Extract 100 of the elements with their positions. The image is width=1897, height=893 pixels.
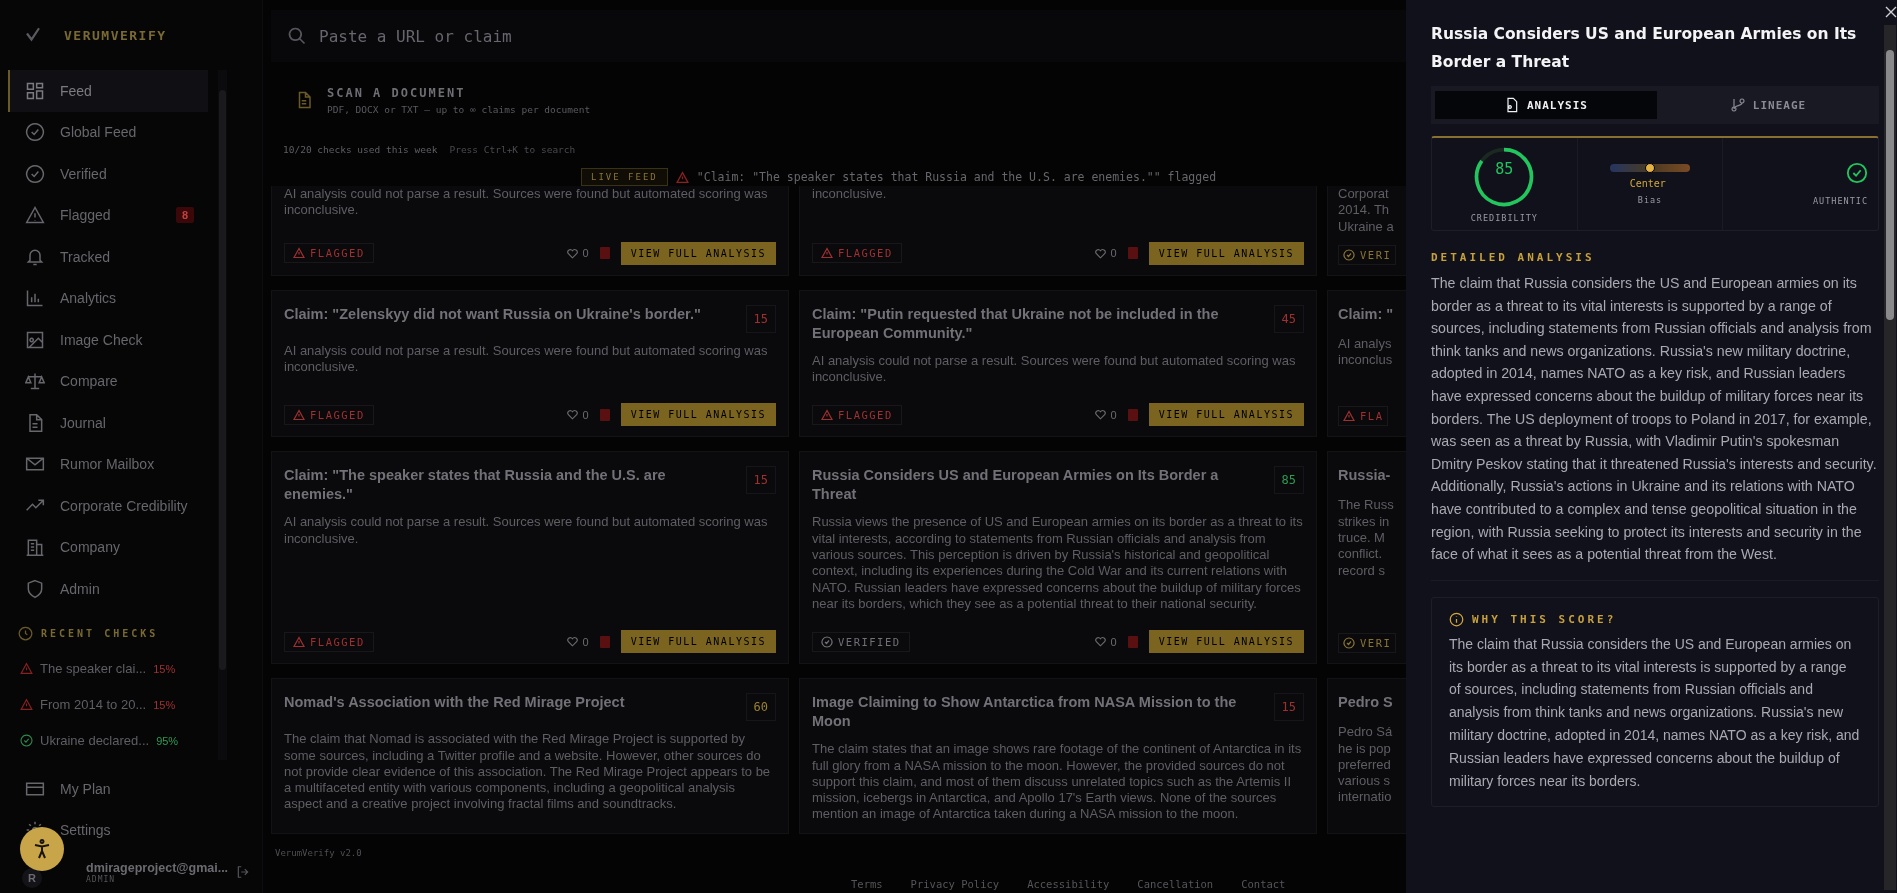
user-email: dmirageproject@gmai... <box>86 860 229 875</box>
nav-item[interactable]: Image Check <box>8 319 208 361</box>
nav-item[interactable]: Company <box>8 526 208 568</box>
card-summary-line: Pedro Sá <box>1338 724 1393 741</box>
nav-item[interactable]: Admin <box>8 568 208 610</box>
analysis-text: The claim that Russia considers the US and European armies on its border as a threat to its vital interests is supported by a range of sources, including statements from Russian officials and analysis from think tanks and news organizations. Russia's new military doctrine, adopted in 2014, names NATO as a key risk, and Russian leaders have expressed concerns about the buildup of military forces near its borders. The US deployment of troops to Poland in 2017, for example, was seen as a threat by Russia, with Vladimir Putin's spokesman Dmitry Peskov stating that it threatened Russia's interests and security. Additionally, Russia's actions in Ukraine and its relations with NATO have contributed to a complex and tense geopolitical situation in the region, with Russia seeking to protect its interests and security in the face of what it sees as a potential threat from the West. <box>1431 272 1879 581</box>
status-label: VERI <box>1360 637 1392 650</box>
card-summary-line: AI analys <box>1338 335 1392 353</box>
card-title: Image Claiming to Show Antarctica from NASA Mission to the Moon <box>812 693 1238 732</box>
warning-icon <box>675 170 689 184</box>
logout-icon[interactable] <box>236 865 251 879</box>
view-analysis-button[interactable]: VIEW FULL ANALYSIS <box>620 241 776 265</box>
score-badge: 15 <box>745 304 776 333</box>
status-label: VERIFIED <box>838 635 901 648</box>
card-summary-line: inconclus <box>1338 352 1393 369</box>
nav-item[interactable]: Global Feed <box>8 111 208 153</box>
scan-subtitle: PDF, DOCX or TXT — up to ∞ claims per document <box>327 103 591 115</box>
card-summary-line: truce. M <box>1338 530 1385 547</box>
warning-icon <box>821 247 833 260</box>
view-analysis-button[interactable]: VIEW FULL ANALYSIS <box>620 403 776 427</box>
scrollbar[interactable] <box>1884 25 1896 890</box>
nav-item[interactable]: Compare <box>8 360 208 402</box>
recent-check-item[interactable]: Ukraine declared... 95% <box>8 722 214 759</box>
status-label: FLAGGED <box>310 409 365 421</box>
document-icon <box>1504 97 1520 113</box>
section-heading: RECENT CHECKS <box>41 627 159 639</box>
footer-link[interactable]: Terms <box>851 877 883 890</box>
nav-item[interactable]: My Plan <box>8 768 256 810</box>
card-summary-line: conflict. <box>1338 546 1383 563</box>
like-button[interactable]: 0 <box>565 246 589 260</box>
score-badge: 85 <box>1273 466 1304 495</box>
like-button[interactable]: 0 <box>1093 408 1117 422</box>
nav-item[interactable]: Feed <box>8 70 208 112</box>
card-summary: The claim that Nomad is associated with the Red Mirage Project is supported by some sources, including a Twitter profile and a website. However, other sources do not provide clear evidence of this association. The Red Mirage Project appears to be a multifaceted entity with various components, including a geopolitical analysis aspect and a creative project involving fractal films and soundtracks. <box>284 731 772 814</box>
nav-item[interactable]: Journal <box>8 402 208 444</box>
view-analysis-button[interactable]: VIEW FULL ANALYSIS <box>1148 630 1304 654</box>
card-summary-line: he is pop <box>1338 740 1391 757</box>
building-icon <box>25 537 45 558</box>
warning-icon <box>293 409 305 421</box>
card-summary-line: The Russ <box>1338 497 1394 514</box>
card-summary-line: record s <box>1338 562 1385 579</box>
card-summary: AI analysis could not parse a result. Sources were found but automated scoring was inconclusive. <box>284 514 769 548</box>
like-button[interactable]: 0 <box>1093 246 1117 260</box>
count-badge: 8 <box>175 207 194 224</box>
scan-title: SCAN A DOCUMENT <box>327 85 467 100</box>
card-summary-line: preferred <box>1338 756 1391 774</box>
score-badge: 45 <box>1273 304 1304 333</box>
view-analysis-button[interactable]: VIEW FULL ANALYSIS <box>1148 403 1304 427</box>
scan-document-panel[interactable]: SCAN A DOCUMENT PDF, DOCX or TXT — up to ∞ claims per document <box>271 62 1406 122</box>
view-analysis-button[interactable]: VIEW FULL ANALYSIS <box>620 630 776 654</box>
recent-check-item[interactable]: From 2014 to 20... 15% <box>8 686 214 723</box>
avatar: R <box>22 868 42 888</box>
warning-icon <box>293 247 305 260</box>
nav-item[interactable]: Flagged 8 <box>8 194 208 236</box>
grid-icon <box>25 80 45 101</box>
like-button[interactable]: 0 <box>565 635 589 649</box>
nav-item[interactable]: Corporate Credibility <box>8 485 208 527</box>
version-text: VerumVerify v2.0 <box>274 846 363 858</box>
nav-item[interactable]: Verified <box>8 153 208 195</box>
live-feed-text: "Claim: "The speaker states that Russia and the U.S. are enemies."" flagged <box>696 170 1217 184</box>
card-title: Russia- <box>1338 466 1392 486</box>
nav-item[interactable]: Rumor Mailbox <box>8 443 208 485</box>
bias-reading: Center <box>1628 177 1666 189</box>
card-summary-line: Corporat <box>1338 186 1389 203</box>
nav-item[interactable]: Tracked <box>8 236 208 278</box>
check-logo-icon <box>24 26 42 44</box>
card-summary: AI analysis could not parse a result. Sources were found but automated scoring was inconclusive. <box>284 186 769 220</box>
close-icon[interactable] <box>1885 6 1897 18</box>
credibility-label: CREDIBILITY <box>1470 213 1538 223</box>
footer-link[interactable]: Cancellation <box>1137 877 1214 890</box>
warning-icon <box>25 205 45 226</box>
tab[interactable]: ANALYSIS <box>1435 91 1657 119</box>
warning-icon <box>821 409 833 421</box>
drawer-title: Russia Considers US and European Armies on Its Border a Threat <box>1431 24 1858 73</box>
footer-link[interactable]: Accessibility <box>1027 877 1110 890</box>
card-summary: The claim states that an image shows rare footage of the continent of Antarctica in its full glory from a NASA mission to the moon. However, the provided sources do not support this claim, and most of them discuss unrelated topics such as the Artemis II mission, icebergs in Antarctica, and Apollo 17's Earth views. None of the sources mention an image of Antarctica taken during a NASA mission to the moon. <box>812 741 1303 823</box>
status-label: VERI <box>1360 248 1392 261</box>
bias-label: Bias <box>1637 194 1663 205</box>
recent-check-item[interactable]: The speaker clai... 15% <box>8 650 214 687</box>
brand-name: VERUMVERIFY <box>64 27 167 43</box>
tab[interactable]: LINEAGE <box>1657 91 1879 119</box>
check-circle-icon <box>1846 162 1868 184</box>
footer-link[interactable]: Privacy Policy <box>910 877 1000 890</box>
warning-icon <box>1343 410 1355 423</box>
card-title: Claim: "Zelenskyy did not want Russia on Ukraine's border." <box>284 304 701 324</box>
search-icon <box>287 26 307 46</box>
footer-link[interactable]: Contact <box>1241 877 1286 890</box>
usage-text: 10/20 checks used this week <box>283 144 438 155</box>
live-feed-badge: LIVE FEED <box>581 168 668 186</box>
shortcut-hint: Press Ctrl+K to search <box>449 144 576 155</box>
card-summary: AI analysis could not parse a result. Sources were found but automated scoring was inconclusive. <box>284 342 769 377</box>
view-analysis-button[interactable]: VIEW FULL ANALYSIS <box>1148 241 1304 265</box>
card-summary-line: internatio <box>1338 789 1392 806</box>
search-field[interactable]: Paste a URL or claim <box>271 10 1406 62</box>
card-summary-line: strikes in <box>1338 513 1390 531</box>
like-button[interactable]: 0 <box>1093 635 1117 649</box>
warning-icon <box>293 635 305 648</box>
like-button[interactable]: 0 <box>565 408 589 422</box>
card-title: Nomad's Association with the Red Mirage Project <box>284 693 625 713</box>
nav-item[interactable]: Analytics <box>8 277 208 319</box>
